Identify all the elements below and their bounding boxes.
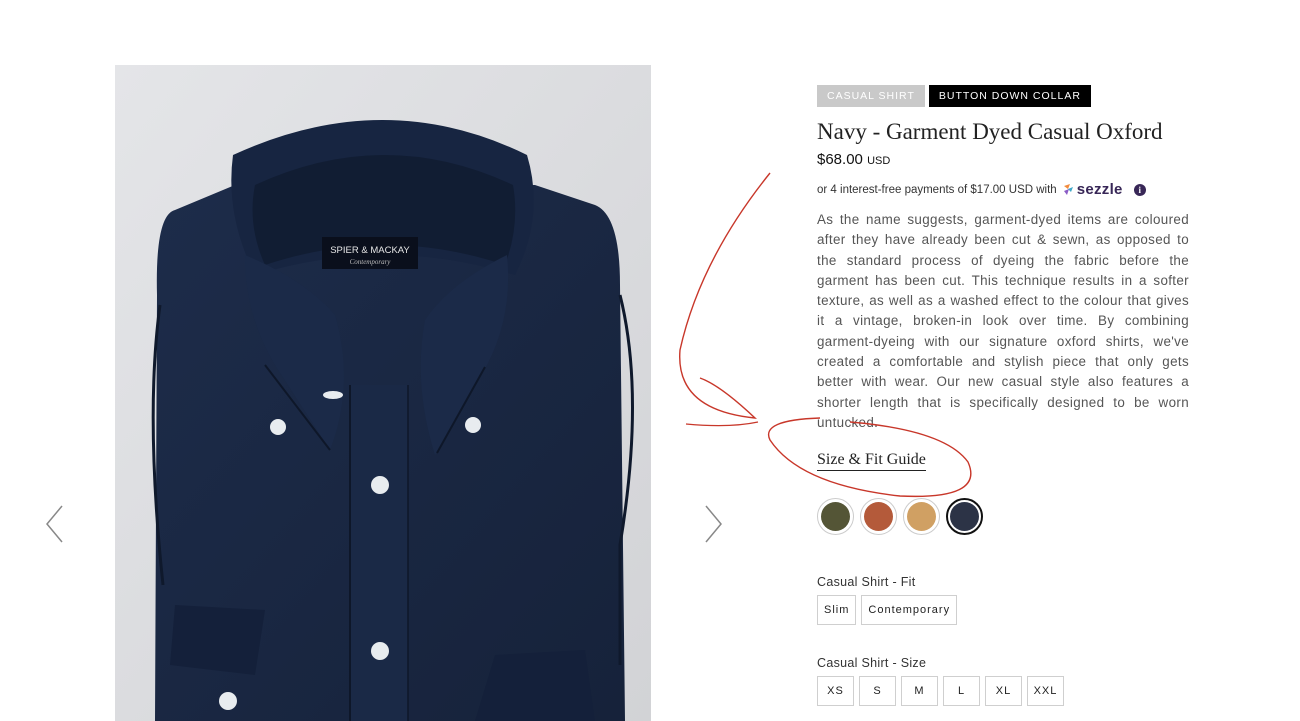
size-option-l[interactable]: L bbox=[943, 676, 980, 707]
fit-label: Casual Shirt - Fit bbox=[817, 575, 916, 590]
size-label: Casual Shirt - Size bbox=[817, 656, 927, 671]
sezzle-wordmark: sezzle bbox=[1076, 181, 1123, 198]
previous-image-button[interactable] bbox=[40, 500, 70, 548]
swatch-tan-fill bbox=[907, 502, 936, 532]
brand-label-subtext: Contemporary bbox=[350, 258, 392, 266]
swatch-navy-fill bbox=[950, 502, 979, 532]
swatch-olive-fill bbox=[821, 502, 850, 532]
fit-option-slim[interactable]: Slim bbox=[817, 595, 857, 626]
info-icon[interactable]: i bbox=[1133, 183, 1146, 196]
swatch-tan[interactable] bbox=[903, 498, 940, 536]
sezzle-installments: or 4 interest-free payments of $17.00 US… bbox=[817, 181, 1189, 198]
size-fit-guide-link[interactable]: Size & Fit Guide bbox=[817, 451, 926, 472]
size-option-xxl[interactable]: XXL bbox=[1027, 676, 1064, 707]
sezzle-logo: sezzle bbox=[1062, 181, 1123, 198]
sezzle-mark-icon bbox=[1063, 184, 1073, 195]
swatch-rust[interactable] bbox=[860, 498, 897, 536]
size-options: XS S M L XL XXL bbox=[817, 676, 1189, 707]
swatch-rust-fill bbox=[864, 502, 893, 532]
fit-options: Slim Contemporary bbox=[817, 595, 1189, 626]
product-details: CASUAL SHIRT BUTTON DOWN COLLAR Navy - G… bbox=[817, 85, 1189, 707]
installments-text: or 4 interest-free payments of $17.00 US… bbox=[817, 183, 1057, 196]
swatch-olive[interactable] bbox=[817, 498, 854, 536]
chevron-left-icon bbox=[46, 505, 63, 543]
size-option-xs[interactable]: XS bbox=[817, 676, 854, 707]
color-swatches bbox=[817, 498, 1189, 536]
fit-option-contemporary[interactable]: Contemporary bbox=[861, 595, 958, 626]
chevron-right-icon bbox=[705, 505, 722, 543]
tag-button-down-collar[interactable]: BUTTON DOWN COLLAR bbox=[928, 85, 1091, 107]
size-option-xl[interactable]: XL bbox=[985, 676, 1022, 707]
tag-casual-shirt[interactable]: CASUAL SHIRT bbox=[817, 85, 925, 107]
next-image-button[interactable] bbox=[698, 500, 728, 548]
product-image: SPIER & MACKAY Contemporary bbox=[115, 65, 651, 721]
product-title: Navy - Garment Dyed Casual Oxford bbox=[817, 119, 1163, 144]
price-amount: $68.00 bbox=[817, 151, 863, 168]
product-price: $68.00 USD bbox=[817, 151, 1189, 168]
size-option-s[interactable]: S bbox=[859, 676, 896, 707]
product-tags: CASUAL SHIRT BUTTON DOWN COLLAR bbox=[817, 85, 1189, 107]
size-option-m[interactable]: M bbox=[901, 676, 938, 707]
price-currency: USD bbox=[867, 155, 891, 167]
brand-label-text: SPIER & MACKAY bbox=[330, 245, 410, 256]
swatch-navy[interactable] bbox=[946, 498, 983, 536]
product-description: As the name suggests, garment-dyed items… bbox=[817, 212, 1189, 430]
